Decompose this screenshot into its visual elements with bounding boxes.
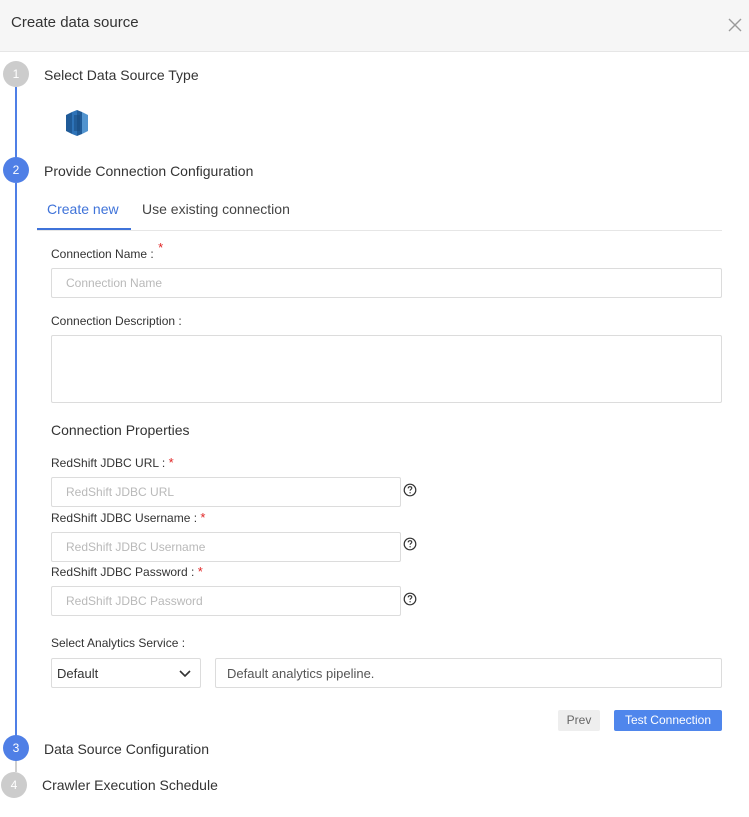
analytics-service-label: Select Analytics Service : xyxy=(51,636,186,650)
required-marker: * xyxy=(200,510,206,525)
jdbc-url-label: RedShift JDBC URL : * xyxy=(51,455,174,470)
connection-name-input[interactable] xyxy=(51,268,722,298)
jdbc-username-label: RedShift JDBC Username : * xyxy=(51,510,205,525)
step-2-title: Provide Connection Configuration xyxy=(44,163,254,179)
close-icon[interactable] xyxy=(726,16,744,34)
required-marker: * xyxy=(158,240,164,255)
jdbc-username-input[interactable] xyxy=(51,532,401,562)
jdbc-url-label-text: RedShift JDBC URL : xyxy=(51,456,166,470)
jdbc-password-label-text: RedShift JDBC Password : xyxy=(51,565,195,579)
dialog-header: Create data source xyxy=(0,0,749,52)
prev-button[interactable]: Prev xyxy=(558,710,600,731)
jdbc-password-label: RedShift JDBC Password : * xyxy=(51,564,203,579)
step-connector-1-2 xyxy=(15,87,17,159)
connection-description-label: Connection Description : xyxy=(51,314,182,328)
step-connector-2-3 xyxy=(15,183,17,736)
step-1-circle: 1 xyxy=(3,61,29,87)
required-marker: * xyxy=(197,564,203,579)
tab-use-existing-connection[interactable]: Use existing connection xyxy=(142,201,290,217)
step-2-circle: 2 xyxy=(3,157,29,183)
step-3-circle: 3 xyxy=(3,735,29,761)
step-3-title: Data Source Configuration xyxy=(44,741,209,757)
jdbc-password-input[interactable] xyxy=(51,586,401,616)
help-icon[interactable] xyxy=(403,483,417,497)
jdbc-username-label-text: RedShift JDBC Username : xyxy=(51,511,198,525)
connection-description-input[interactable] xyxy=(51,335,722,403)
test-connection-button[interactable]: Test Connection xyxy=(614,710,722,731)
help-icon[interactable] xyxy=(403,537,417,551)
connection-name-label-text: Connection Name : xyxy=(51,247,154,261)
chevron-down-icon xyxy=(179,670,191,678)
analytics-service-select[interactable]: Default xyxy=(51,658,201,688)
tab-create-new[interactable]: Create new xyxy=(47,201,119,217)
dialog-title: Create data source xyxy=(11,14,139,31)
analytics-service-description-text: Default analytics pipeline. xyxy=(227,666,375,681)
help-icon[interactable] xyxy=(403,592,417,606)
analytics-service-description: Default analytics pipeline. xyxy=(215,658,722,688)
required-marker: * xyxy=(168,455,174,470)
step-1-title: Select Data Source Type xyxy=(44,67,199,83)
step-connector-3-4 xyxy=(15,760,17,772)
amazon-redshift-icon xyxy=(66,110,88,136)
step-4-circle: 4 xyxy=(1,772,27,798)
tabs-divider xyxy=(37,230,722,231)
step-4-title: Crawler Execution Schedule xyxy=(42,777,218,793)
connection-properties-title: Connection Properties xyxy=(51,422,190,438)
analytics-service-selected-value: Default xyxy=(57,666,99,681)
connection-name-label: Connection Name : * xyxy=(51,240,163,261)
jdbc-url-input[interactable] xyxy=(51,477,401,507)
